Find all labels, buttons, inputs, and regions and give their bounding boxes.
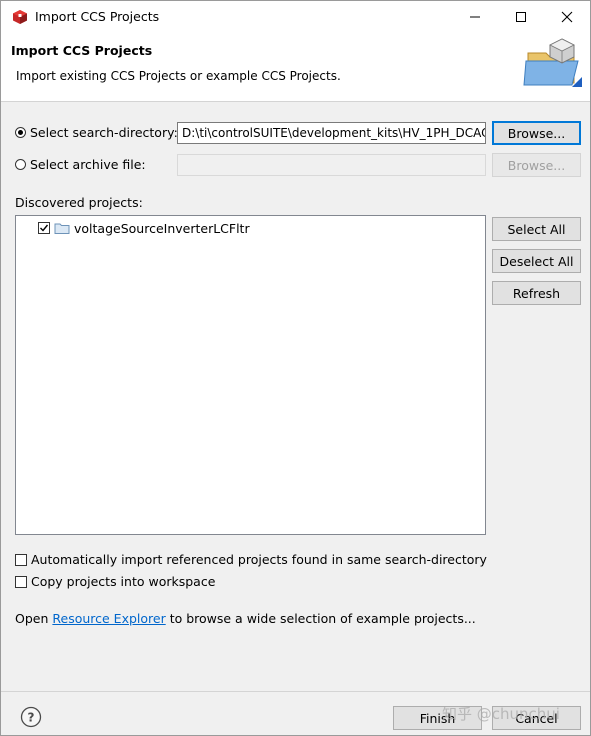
browse-directory-button[interactable]: Browse... xyxy=(492,121,581,145)
discovered-projects-list[interactable]: voltageSourceInverterLCFltr xyxy=(15,215,486,535)
window-title: Import CCS Projects xyxy=(35,9,160,24)
ccs-cube-icon xyxy=(13,10,27,24)
watermark: 知乎 @chunchui xyxy=(442,705,560,723)
auto-import-label: Automatically import referenced projects… xyxy=(31,552,487,567)
header-description: Import existing CCS Projects or example … xyxy=(16,69,341,83)
help-icon[interactable]: ? xyxy=(20,706,42,728)
wizard-header: Import CCS Projects Import existing CCS … xyxy=(1,33,590,102)
maximize-button[interactable] xyxy=(498,1,544,33)
refresh-button[interactable]: Refresh xyxy=(492,281,581,305)
header-title: Import CCS Projects xyxy=(11,43,153,58)
close-button[interactable] xyxy=(544,1,590,33)
checkbox-unchecked-icon xyxy=(15,575,27,588)
radio-selected-icon xyxy=(15,127,26,138)
browse-archive-button[interactable]: Browse... xyxy=(492,153,581,177)
checkbox-unchecked-icon xyxy=(15,553,27,566)
archive-file-field[interactable] xyxy=(177,154,486,176)
search-directory-radio[interactable]: Select search-directory: xyxy=(15,125,178,140)
resource-explorer-line: Open Resource Explorer to browse a wide … xyxy=(15,611,476,626)
close-icon xyxy=(561,11,573,23)
minimize-button[interactable] xyxy=(452,1,498,33)
archive-file-radio[interactable]: Select archive file: xyxy=(15,157,146,172)
svg-text:?: ? xyxy=(28,711,35,725)
radio-unselected-icon xyxy=(15,159,26,170)
search-directory-label: Select search-directory: xyxy=(30,125,178,140)
project-list-item[interactable]: voltageSourceInverterLCFltr xyxy=(16,216,485,237)
deselect-all-button[interactable]: Deselect All xyxy=(492,249,581,273)
minimize-icon xyxy=(470,16,480,18)
title-bar: Import CCS Projects xyxy=(1,1,590,33)
project-folder-icon xyxy=(54,223,70,234)
copy-projects-label: Copy projects into workspace xyxy=(31,574,216,589)
resource-line-suffix: to browse a wide selection of example pr… xyxy=(165,611,476,626)
resource-line-prefix: Open xyxy=(15,611,53,626)
import-dialog: Import CCS Projects Import CCS Projects … xyxy=(0,0,591,736)
select-all-button[interactable]: Select All xyxy=(492,217,581,241)
project-name: voltageSourceInverterLCFltr xyxy=(74,220,250,236)
search-directory-field[interactable]: D:\ti\controlSUITE\development_kits\HV_1… xyxy=(177,122,486,144)
auto-import-checkbox[interactable]: Automatically import referenced projects… xyxy=(15,552,487,567)
maximize-icon xyxy=(516,12,526,22)
resource-explorer-link[interactable]: Resource Explorer xyxy=(52,611,165,626)
import-folder-banner-icon xyxy=(523,38,582,87)
checkbox-checked-icon[interactable] xyxy=(38,222,50,234)
copy-projects-checkbox[interactable]: Copy projects into workspace xyxy=(15,574,215,589)
archive-file-label: Select archive file: xyxy=(30,157,146,172)
footer-divider xyxy=(1,691,590,692)
discovered-projects-label: Discovered projects: xyxy=(15,195,143,210)
